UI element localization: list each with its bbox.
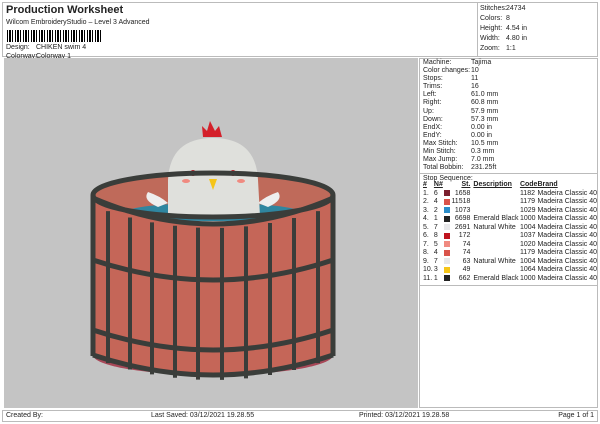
printed-date: Printed: 03/12/2021 19.28.58 [359,412,450,419]
design-preview [4,58,418,408]
machine-stats: Machine: Tajima Color changes:10 Stops: 11 Tr… [420,59,597,172]
table-row: 8. 4 74 1179 Madeira Classic 40 [423,249,597,257]
machine-stat-row: Down: 57.3 mm [423,115,499,123]
col-code: Code [519,181,538,189]
chicken-head [168,138,260,216]
software-name: Wilcom EmbroideryStudio – Level 3 Advanc… [6,19,150,26]
col-description: Description [473,181,512,189]
machine-stat-row: Right: 60.8 mm [423,99,499,107]
color-swatch [443,190,450,197]
color-swatch [443,232,450,239]
table-row: 6. 8 172 1037 Madeira Classic 40 [423,232,597,240]
machine-stat-row: Max Stitch: 10.5 mm [423,139,499,147]
barcode [7,30,101,42]
machine-stat-row: Max Jump: 7.0 mm [423,156,495,164]
stat-row: Width: 4.80 in [480,35,528,42]
machine-stat-row: Machine: Tajima [423,59,492,66]
color-swatch [443,215,450,222]
table-row: 5. 7 2691 Natural White 1004 Madeira Classic … [423,223,597,231]
color-swatch [443,258,450,265]
machine-stat-row: Total Bobbin: 231.25ft [423,164,497,172]
stat-row: Zoom: 1:1 [480,45,516,52]
color-swatch [443,224,450,231]
machine-stat-row: EndY: 0.00 in [423,131,493,139]
stop-sequence-table: # N# St. Description Code Brand 1. 6 1658 1… [423,181,597,283]
machine-info-panel: Machine: Tajima Color changes:10 Stops: 11 Tr… [419,58,598,408]
design-stats: Stitches:24734 Colors: 8 Height: 4.54 in Widt… [477,3,599,56]
design-field: Design: CHIKEN swim 4 [6,44,87,51]
footer: Created By: Last Saved: 03/12/2021 19.28… [2,410,598,422]
page-title: Production Worksheet [6,4,124,16]
worksheet-header: Production Worksheet Wilcom EmbroiderySt… [2,2,599,60]
stat-row: Stitches:24734 [480,5,526,12]
table-row: 11. 1 662 Emerald Black 1000 Madeira Classic … [423,274,597,282]
table-row: 3. 2 1073 1029 Madeira Classic 40 [423,206,597,214]
col-needle: N# [433,181,443,189]
color-swatch [443,198,450,205]
stop-sequence: Stop Sequence: # N# St. Description Code… [420,173,597,287]
machine-stat-row: EndX: 0.00 in [423,123,493,131]
table-row: 1. 6 1658 1182 Madeira Classic 40 [423,189,597,197]
stop-sequence-title: Stop Sequence: [420,173,597,182]
machine-stat-row: Stops: 11 [423,75,479,83]
table-row: 4. 1 6698 Emerald Black 1000 Madeira Classic … [423,215,597,223]
machine-stat-row: Min Stitch: 0.3 mm [423,148,495,156]
stat-row: Colors: 8 [480,15,510,22]
table-row: 10. 3 49 1064 Madeira Classic 40 [423,266,597,274]
machine-stat-row: Trims: 16 [423,83,479,91]
created-by: Created By: [6,412,43,419]
last-saved: Last Saved: 03/12/2021 19.28.55 [151,412,255,419]
stat-row: Height: 4.54 in [480,25,528,32]
table-row: 2. 4 11518 1179 Madeira Classic 40 [423,198,597,206]
table-row: 9. 7 63 Natural White 1004 Madeira Classic 40 [423,257,597,265]
table-row: 7. 5 74 1020 Madeira Classic 40 [423,240,597,248]
color-swatch [443,266,450,273]
col-brand: Brand [537,181,558,189]
machine-stat-row: Up: 57.9 mm [423,107,499,115]
chicken-comb [202,121,222,137]
page-number: Page 1 of 1 [558,412,594,419]
color-swatch [443,207,450,214]
machine-stat-row: Left: 61.0 mm [423,91,499,99]
machine-stat-row: Color changes:10 [423,67,479,75]
color-swatch [443,275,450,282]
color-swatch [443,249,450,256]
color-swatch [443,241,450,248]
chicken-tub-embroidery [90,121,336,380]
